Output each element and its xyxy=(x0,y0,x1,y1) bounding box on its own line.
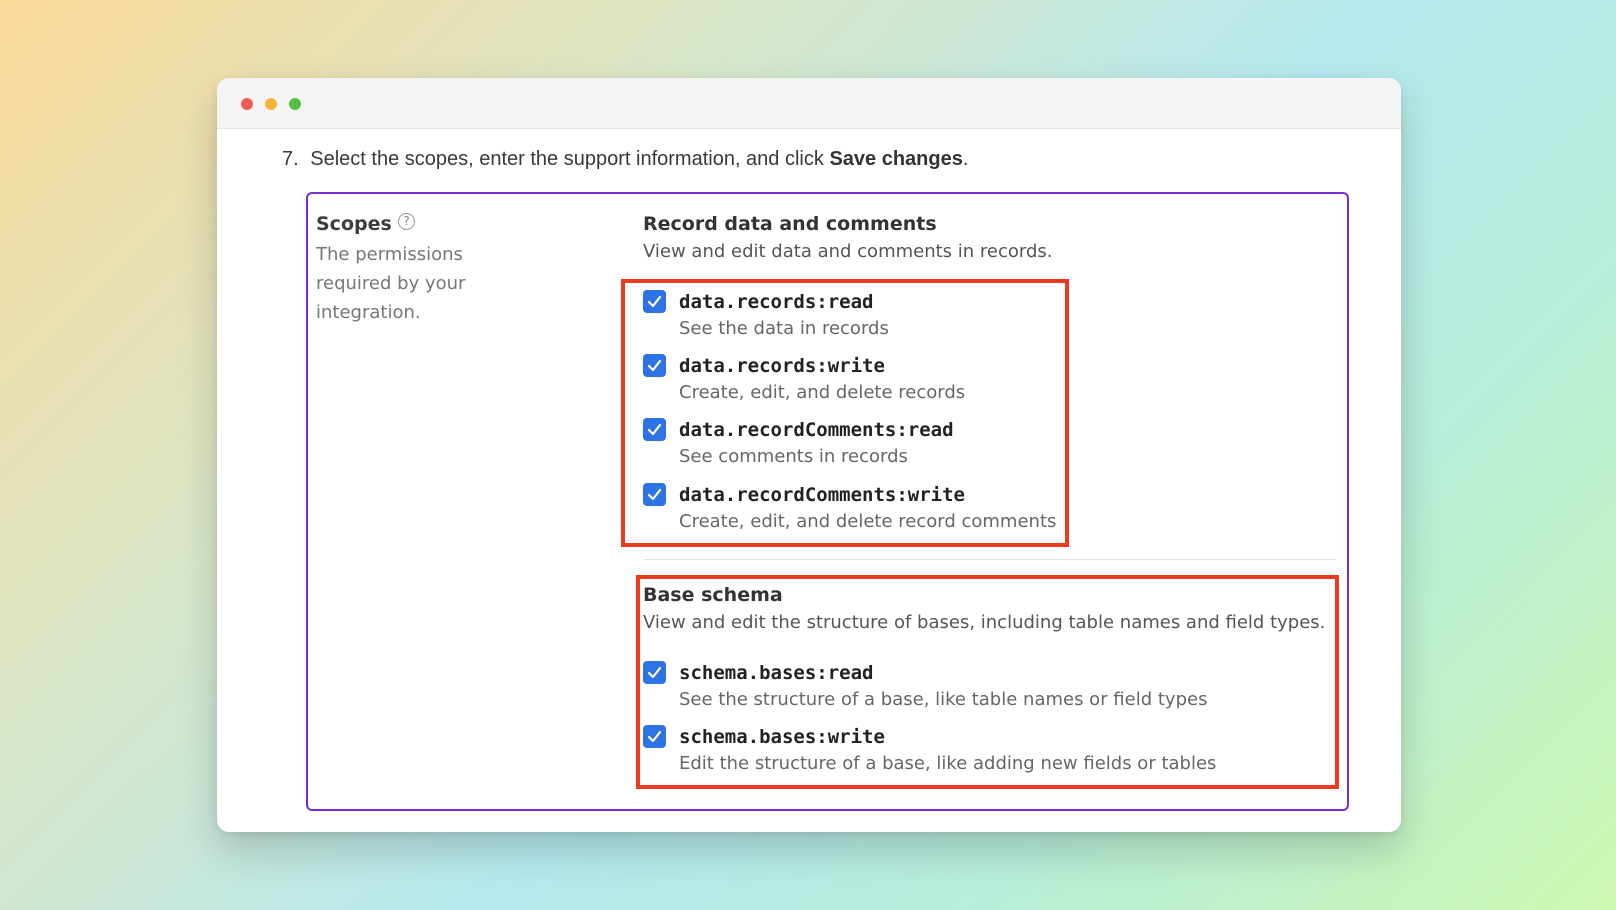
zoom-window-button[interactable] xyxy=(289,98,301,110)
title-bar xyxy=(217,78,1401,129)
scopes-panel: Scopes ? The permissions required by you… xyxy=(306,192,1349,811)
close-window-button[interactable] xyxy=(241,98,253,110)
highlight-box-base-schema xyxy=(636,575,1339,789)
highlight-box-record-scopes xyxy=(621,279,1069,547)
help-icon[interactable]: ? xyxy=(398,213,415,230)
group-description-record-data: View and edit data and comments in recor… xyxy=(643,241,1053,262)
app-window: 7. Select the scopes, enter the support … xyxy=(217,78,1401,832)
step-end: . xyxy=(962,148,969,170)
section-divider xyxy=(643,559,1336,560)
save-changes-label: Save changes xyxy=(829,148,963,170)
scopes-description: The permissions required by your integra… xyxy=(316,244,466,323)
step-instruction: 7. Select the scopes, enter the support … xyxy=(282,148,968,171)
minimize-window-button[interactable] xyxy=(265,98,277,110)
step-number: 7. xyxy=(282,148,299,170)
scopes-title: Scopes xyxy=(316,213,392,235)
group-title-record-data: Record data and comments xyxy=(643,213,937,235)
step-text: Select the scopes, enter the support inf… xyxy=(310,148,824,170)
